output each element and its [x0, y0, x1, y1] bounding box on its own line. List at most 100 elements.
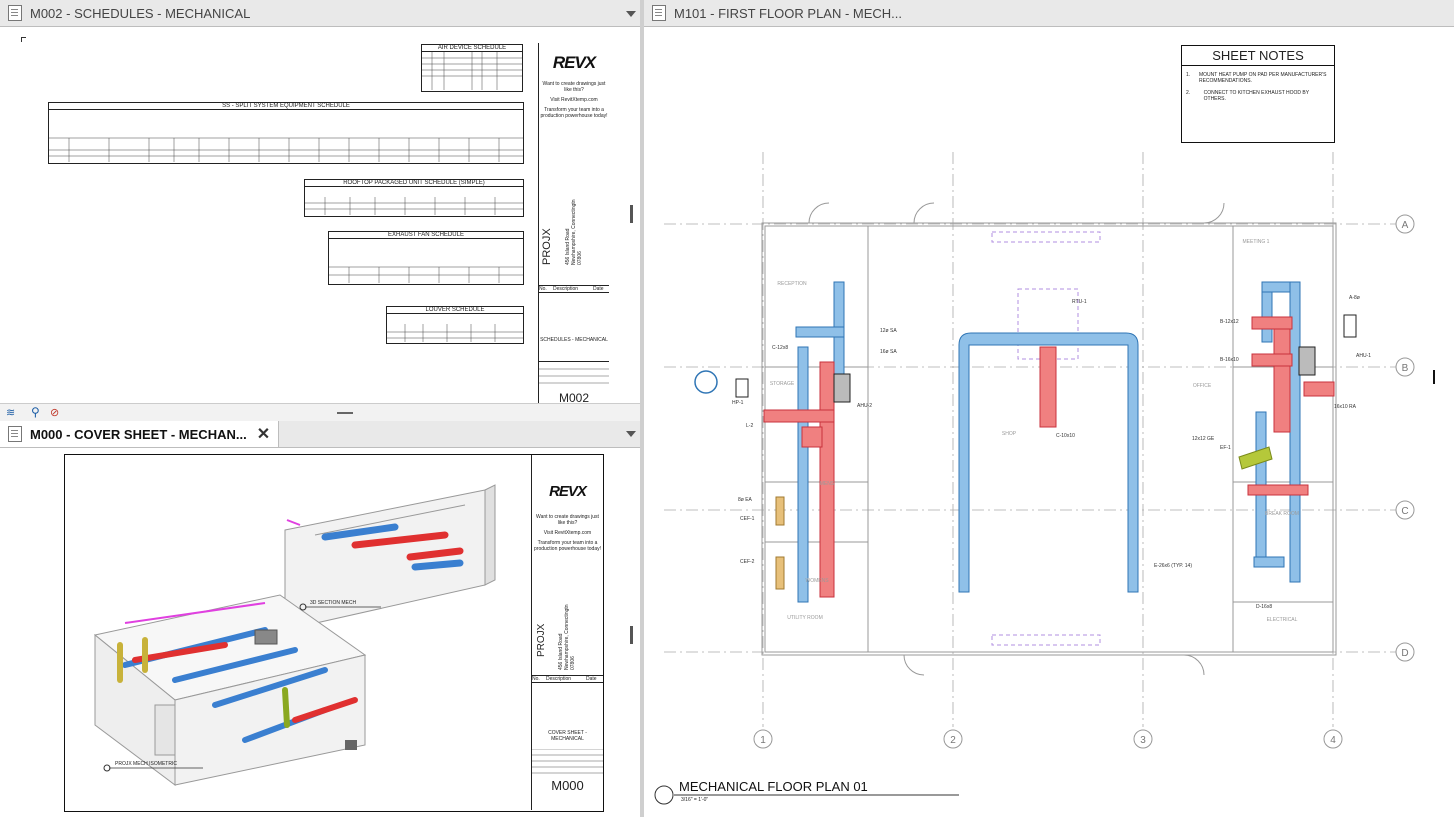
tag-8-ea: 8ø EA — [738, 497, 753, 503]
schedule-grid — [329, 266, 523, 283]
plan-title: MECHANICAL FLOOR PLAN 01 — [679, 779, 868, 794]
tag-ahu-2: AHU-2 — [857, 403, 872, 409]
supply-ducts — [795, 281, 1301, 603]
visual-style-icon[interactable]: ≋ — [6, 406, 15, 419]
schedule-grid — [305, 197, 523, 215]
revx-logo: REVX — [552, 53, 596, 72]
promo-text-2: Visit RevitXtemp.com — [543, 530, 592, 536]
rev-col-date: Date — [593, 286, 604, 292]
m000-sheet: 3D SECTION MECH PROJX MECH ISOMETRIC REV… — [64, 454, 604, 812]
project-address: 456 Island Road Newhampshire, Connecting… — [565, 199, 583, 265]
m000-tabbar: M000 - COVER SHEET - MECHAN... ✕ — [0, 421, 640, 448]
sheet-name: COVER SHEET - MECHANICAL — [548, 730, 587, 742]
exhaust-ducts — [775, 446, 1273, 590]
grid-label-2: 2 — [950, 735, 956, 746]
promo-text-2: Visit RevitXtemp.com — [550, 97, 598, 103]
m002-scroll-handle[interactable] — [630, 205, 633, 223]
sheet-name: SCHEDULES - MECHANICAL — [540, 337, 608, 343]
sheet-number: M000 — [551, 778, 584, 793]
walls — [761, 202, 1337, 676]
tag-b-12x12: B-12x12 — [1220, 319, 1239, 325]
title-block-rows — [539, 361, 609, 392]
louver-schedule-title: LOUVER SCHEDULE — [387, 307, 523, 314]
tab-dropdown-chevron-icon[interactable] — [626, 431, 636, 437]
sheet-icon — [652, 5, 666, 21]
room-womens: WOMENS — [805, 578, 829, 584]
hp-1-right-unit — [1343, 314, 1357, 338]
grid-label-b: B — [1402, 363, 1409, 374]
grid-label-d: D — [1401, 648, 1408, 659]
plan-scale: 3/16" = 1'-0" — [681, 797, 709, 803]
grid-label-c: C — [1401, 506, 1408, 517]
close-tab-icon[interactable]: ✕ — [257, 424, 270, 444]
room-shop: SHOP — [1002, 431, 1017, 437]
tab-m000[interactable]: M000 - COVER SHEET - MECHAN... ✕ — [0, 421, 280, 447]
split-system-schedule: SS - SPLIT SYSTEM EQUIPMENT SCHEDULE — [48, 102, 524, 164]
isometric-view-label: PROJX MECH ISOMETRIC — [115, 761, 177, 767]
tag-12x12-ge: 12x12 GE — [1192, 436, 1215, 442]
tag-b-16x10: B-16x10 — [1220, 357, 1239, 363]
tab-m101[interactable]: M101 - FIRST FLOOR PLAN - MECH... — [644, 0, 910, 26]
rev-col-no: No. — [532, 676, 540, 682]
tab-m002-label: M002 - SCHEDULES - MECHANICAL — [30, 5, 251, 21]
air-device-schedule-title: AIR DEVICE SCHEDULE — [422, 45, 522, 52]
section-view-label: 3D SECTION MECH — [310, 600, 357, 606]
ahu-1-unit — [1298, 346, 1316, 376]
title-block-grid — [532, 749, 603, 774]
vertical-splitter[interactable] — [640, 0, 644, 817]
splitter-grip[interactable] — [337, 412, 353, 414]
ahu-2-unit — [833, 373, 851, 403]
tag-e-26x6: E-26x6 (TYP. 14) — [1154, 563, 1192, 569]
schedule-grid — [387, 324, 523, 342]
exhaust-fan-schedule-title: EXHAUST FAN SCHEDULE — [329, 232, 523, 239]
tab-dropdown-chevron-icon[interactable] — [626, 11, 636, 17]
packaged-unit-schedule: ROOFTOP PACKAGED UNIT SCHEDULE (SIMPLE) — [304, 179, 524, 217]
revision-header: No. Description Date — [532, 675, 603, 683]
plan-title-bubble — [654, 785, 674, 805]
m101-view: SHEET NOTES 1. MOUNT HEAT PUMP ON PAD PE… — [644, 27, 1454, 817]
tag-ahu-1: AHU-1 — [1356, 353, 1371, 359]
grid-label-1: 1 — [760, 735, 766, 746]
m101-tabbar: M101 - FIRST FLOOR PLAN - MECH... — [644, 0, 1454, 27]
room-reception: RECEPTION — [777, 281, 807, 287]
view-control-bar: ≋ ⚲ ⊘ — [0, 403, 640, 422]
pin-icon[interactable]: ⚲ — [31, 405, 40, 419]
room-break: BREAK ROOM — [1265, 511, 1299, 517]
room-storage: STORAGE — [770, 381, 795, 387]
tag-d-16x8: D-16x8 — [1256, 604, 1272, 610]
room-mens: MENS — [820, 481, 835, 487]
packaged-unit-schedule-title: ROOFTOP PACKAGED UNIT SCHEDULE (SIMPLE) — [305, 180, 523, 187]
louver-schedule: LOUVER SCHEDULE — [386, 306, 524, 344]
rev-col-no: No. — [539, 286, 547, 292]
project-name: PROJX — [536, 623, 547, 657]
room-utility: UTILITY ROOM — [787, 615, 822, 621]
tag-l-2: L-2 — [746, 423, 753, 429]
tag-cef-2: CEF-2 — [740, 559, 755, 565]
isometric-drawings — [93, 484, 496, 786]
revision-header: No. Description Date — [539, 285, 609, 293]
split-system-schedule-title: SS - SPLIT SYSTEM EQUIPMENT SCHEDULE — [49, 103, 523, 110]
promo-text-3: Transform your team into a production po… — [540, 107, 608, 119]
grid-lines — [664, 152, 1399, 727]
grid-label-4: 4 — [1330, 735, 1336, 746]
floor-plan-drawing: A B C D 1 2 3 4 RECEPTION STORAGE MENS W… — [654, 152, 1435, 805]
grid-label-3: 3 — [1140, 735, 1146, 746]
tag-12-sa: 12ø SA — [880, 328, 897, 334]
m002-tabbar: M002 - SCHEDULES - MECHANICAL — [0, 0, 640, 27]
tab-m002[interactable]: M002 - SCHEDULES - MECHANICAL — [0, 0, 258, 26]
room-electrical: ELECTRICAL — [1267, 617, 1298, 623]
tag-rtu-1: RTU-1 — [1072, 299, 1087, 305]
m000-scroll-handle[interactable] — [630, 626, 633, 644]
tab-m101-label: M101 - FIRST FLOOR PLAN - MECH... — [674, 5, 903, 21]
crop-mark — [21, 37, 26, 42]
rev-col-description: Description — [553, 286, 579, 292]
room-office: OFFICE — [1193, 383, 1212, 389]
tag-hp-1: HP-1 — [732, 400, 744, 406]
m000-view: 3D SECTION MECH PROJX MECH ISOMETRIC REV… — [0, 448, 640, 817]
air-device-schedule: AIR DEVICE SCHEDULE — [421, 44, 523, 92]
schedule-grid — [422, 52, 522, 90]
reveal-hidden-icon[interactable]: ⊘ — [50, 406, 59, 419]
tag-cef-1: CEF-1 — [740, 516, 755, 522]
project-name: PROJX — [541, 228, 553, 265]
rev-col-description: Description — [546, 676, 572, 682]
